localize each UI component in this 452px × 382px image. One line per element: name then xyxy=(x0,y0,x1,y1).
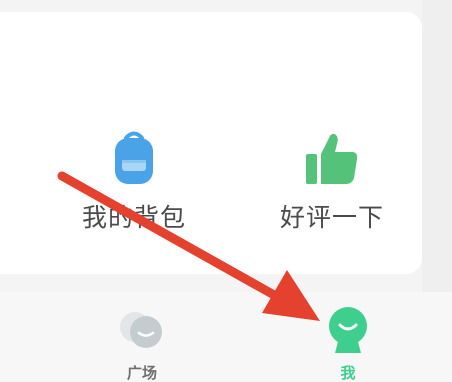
tab-me-label: 我 xyxy=(340,364,356,382)
square-chat-icon-wrap xyxy=(112,304,172,356)
my-backpack-label: 我的背包 xyxy=(81,203,186,232)
thumbs-up-icon xyxy=(306,133,358,184)
me-icon xyxy=(329,307,367,353)
rate-us-label: 好评一下 xyxy=(279,203,384,232)
rate-us-entry[interactable]: 好评一下 xyxy=(262,128,402,234)
bottom-tab-bar: 广场 我 xyxy=(0,292,452,382)
tab-square-label: 广场 xyxy=(126,364,157,382)
square-chat-icon xyxy=(120,312,162,348)
backpack-icon-wrap xyxy=(64,128,204,186)
screen: 我的背包 好评一下 广场 我 xyxy=(0,0,452,382)
tab-me[interactable]: 我 xyxy=(318,304,378,382)
backpack-icon xyxy=(115,131,153,184)
tab-square[interactable]: 广场 xyxy=(112,304,172,382)
me-icon-wrap xyxy=(318,304,378,356)
my-backpack-entry[interactable]: 我的背包 xyxy=(64,128,204,234)
thumbs-up-icon-wrap xyxy=(262,128,402,186)
